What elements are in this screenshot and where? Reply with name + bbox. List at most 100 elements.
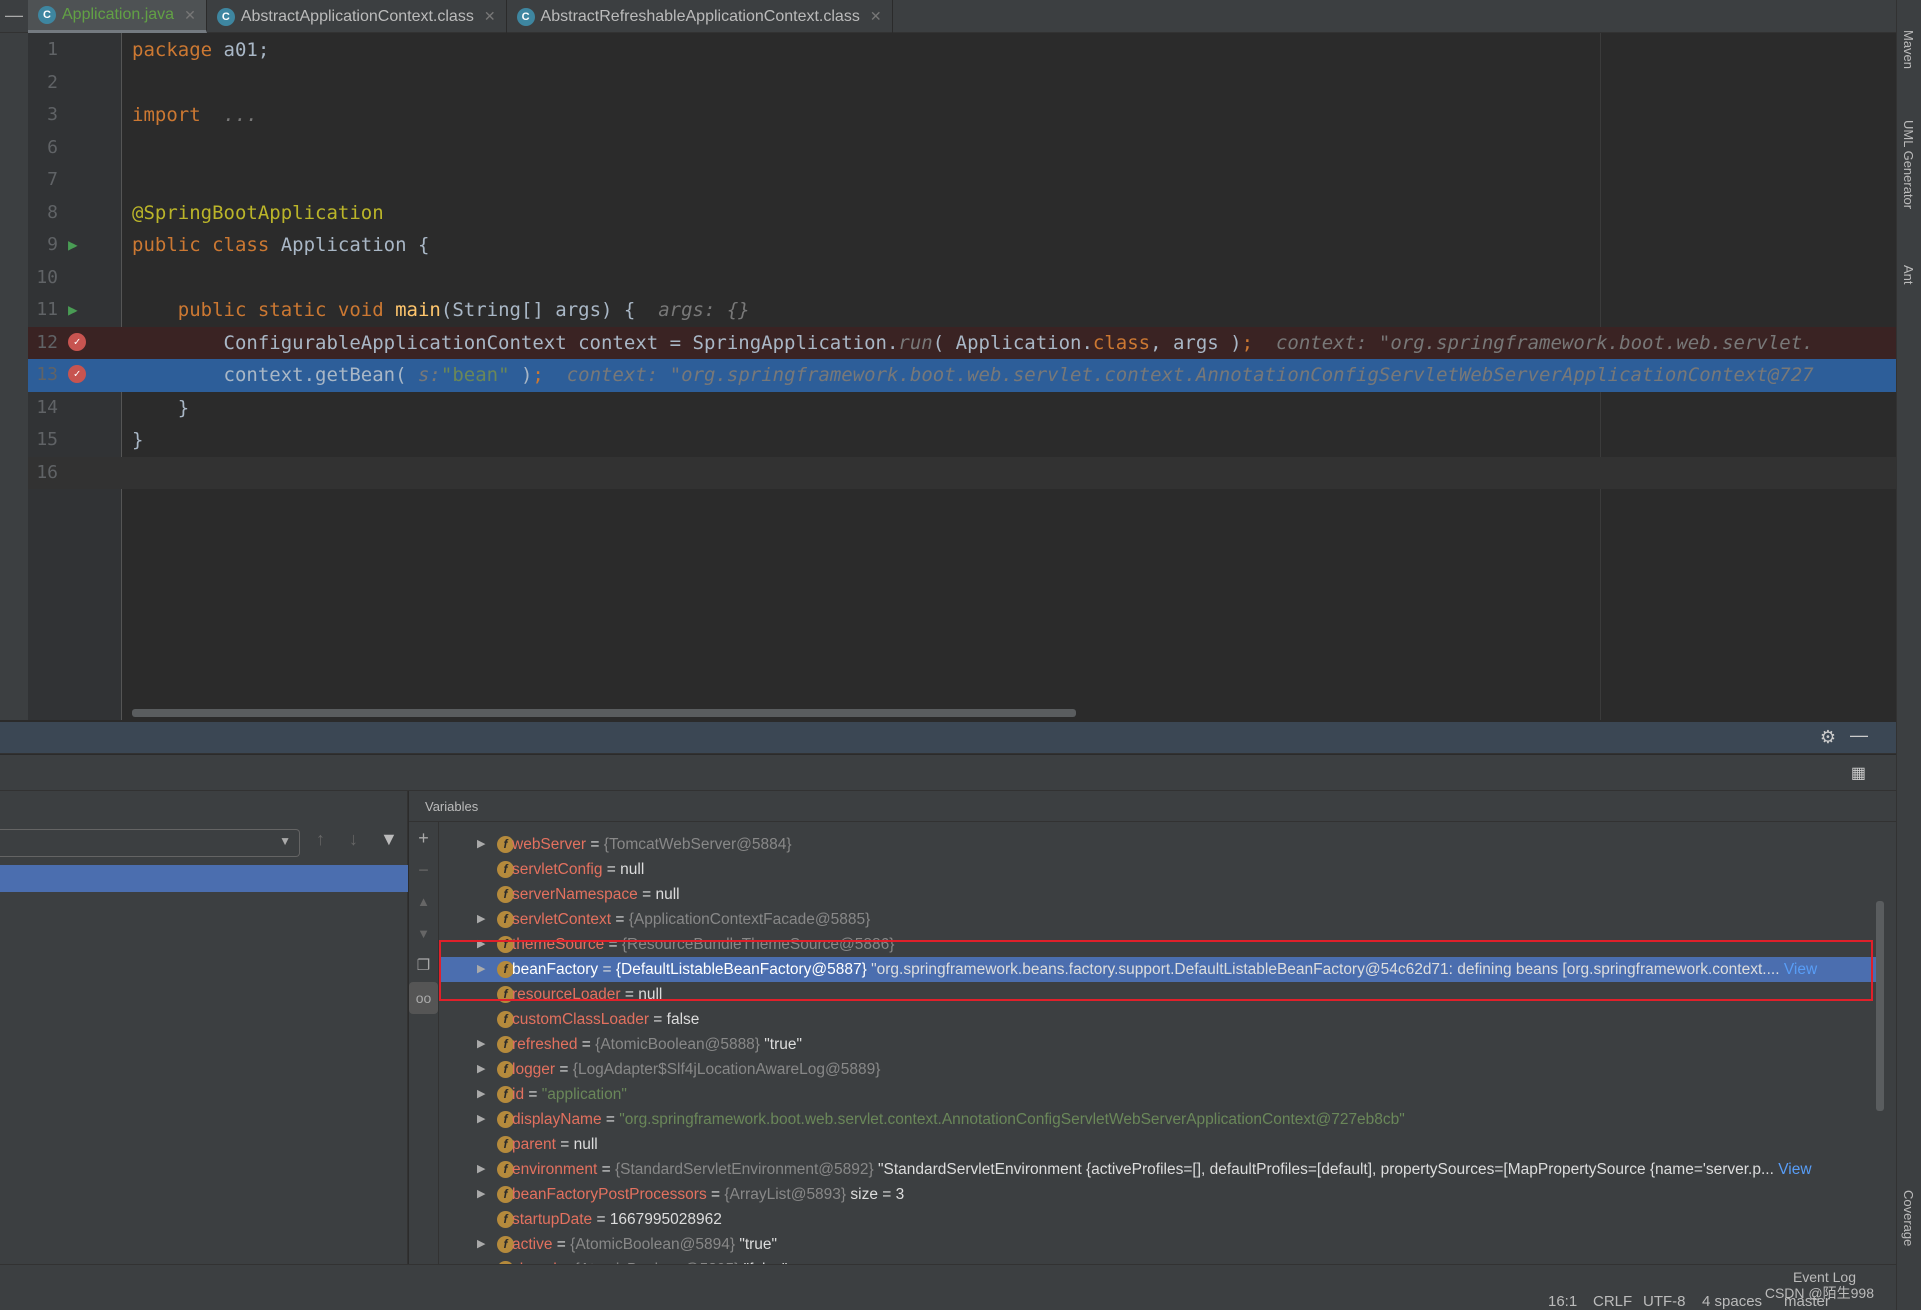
- var-value: null: [573, 1136, 598, 1153]
- code-line[interactable]: 14 }: [28, 392, 1896, 425]
- var-ref: {ResourceBundleThemeSource@5886}: [621, 936, 895, 953]
- gear-icon[interactable]: ⚙: [1820, 727, 1836, 748]
- var-value: null: [620, 861, 645, 878]
- view-link[interactable]: View: [1778, 1161, 1811, 1178]
- expand-arrow-icon[interactable]: ▶: [477, 1057, 485, 1082]
- expand-arrow-icon[interactable]: ▶: [477, 1107, 485, 1132]
- close-icon[interactable]: ✕: [184, 7, 196, 24]
- variable-row[interactable]: f startupDate = 1667995028962: [439, 1207, 1879, 1232]
- code-line[interactable]: 9 public class Application {▶: [28, 229, 1896, 262]
- move-up-icon[interactable]: ▲: [409, 886, 438, 918]
- line-separator[interactable]: CRLF: [1593, 1293, 1632, 1310]
- variable-row[interactable]: ▶ f logger = {LogAdapter$Slf4jLocationAwar…: [439, 1057, 1879, 1082]
- maven-tool[interactable]: Maven: [1901, 30, 1916, 69]
- expand-arrow-icon[interactable]: ▶: [477, 1082, 485, 1107]
- expand-arrow-icon[interactable]: ▶: [477, 1032, 485, 1057]
- view-link[interactable]: View: [1784, 961, 1817, 978]
- debug-toolbar: ▦: [0, 755, 1896, 791]
- variable-row[interactable]: ▶ f servletContext = {ApplicationContextFa…: [439, 907, 1879, 932]
- token: main: [395, 299, 441, 321]
- expand-arrow-icon[interactable]: ▶: [477, 1232, 485, 1257]
- code-line[interactable]: 15}: [28, 424, 1896, 457]
- copy-icon[interactable]: ❐: [409, 950, 438, 982]
- encoding[interactable]: UTF-8: [1643, 1293, 1686, 1310]
- variable-row[interactable]: f serverNamespace = null: [439, 882, 1879, 907]
- variable-row[interactable]: f customClassLoader = false: [439, 1007, 1879, 1032]
- selected-frame[interactable]: [0, 865, 408, 892]
- close-icon[interactable]: ✕: [484, 8, 496, 25]
- down-arrow-icon[interactable]: ↓: [349, 829, 358, 850]
- tab-2[interactable]: C AbstractRefreshableApplicationContext.c…: [507, 0, 893, 33]
- frames-panel: ▼ ↑ ↓ ▼: [0, 791, 408, 1264]
- line-number: 6: [47, 136, 58, 158]
- variable-row[interactable]: ▶ f environment = {StandardServletEnvironm…: [439, 1157, 1879, 1182]
- tab-1[interactable]: C AbstractApplicationContext.class ✕: [207, 0, 507, 33]
- code-line[interactable]: 6: [28, 132, 1896, 165]
- tab-0[interactable]: C Application.java ✕: [28, 0, 207, 33]
- equals: =: [555, 1136, 574, 1153]
- horizontal-scrollbar[interactable]: [132, 709, 1076, 717]
- glasses-icon[interactable]: oo: [409, 982, 438, 1014]
- variable-row[interactable]: f parent = null: [439, 1132, 1879, 1157]
- expand-arrow-icon[interactable]: ▶: [477, 832, 485, 857]
- code-line[interactable]: 1 package a01;: [28, 34, 1896, 67]
- equals: =: [552, 1236, 571, 1253]
- variable-row[interactable]: ▶ f displayName = "org.springframework.boo…: [439, 1107, 1879, 1132]
- filter-icon[interactable]: ▼: [380, 829, 398, 850]
- code-line[interactable]: 7: [28, 164, 1896, 197]
- equals: =: [601, 1111, 620, 1128]
- variable-row[interactable]: ▶ f beanFactoryPostProcessors = {ArrayList…: [439, 1182, 1879, 1207]
- code-line[interactable]: 13 context.getBean( s:"bean" ); context:…: [28, 359, 1896, 392]
- breakpoint-icon[interactable]: ✓: [68, 365, 86, 383]
- uml-generator-tool[interactable]: UML Generator: [1901, 120, 1916, 209]
- variable-row[interactable]: ▶ f active = {AtomicBoolean@5894} "true": [439, 1232, 1879, 1257]
- code-line[interactable]: 12 ConfigurableApplicationContext contex…: [28, 326, 1896, 359]
- line-number: 16: [36, 461, 58, 483]
- variable-row[interactable]: ▶ f themeSource = {ResourceBundleThemeSour…: [439, 932, 1879, 957]
- ant-tool[interactable]: Ant: [1901, 265, 1916, 285]
- variable-row[interactable]: ▶ f webServer = {TomcatWebServer@5884}: [439, 832, 1879, 857]
- code-line[interactable]: 8 @SpringBootApplication: [28, 197, 1896, 230]
- code-line[interactable]: 3 import ...: [28, 99, 1896, 132]
- expand-arrow-icon[interactable]: ▶: [477, 907, 485, 932]
- code-line[interactable]: 16: [28, 456, 1896, 489]
- code-line[interactable]: 2: [28, 67, 1896, 100]
- expand-arrow-icon[interactable]: ▶: [477, 1182, 485, 1207]
- caret-position[interactable]: 16:1: [1548, 1293, 1577, 1310]
- expand-arrow-icon[interactable]: ▶: [477, 1157, 485, 1182]
- code-line[interactable]: 10: [28, 262, 1896, 295]
- vertical-scrollbar[interactable]: [1876, 901, 1884, 1111]
- var-string: "application": [541, 1086, 627, 1103]
- add-icon[interactable]: +: [409, 822, 438, 854]
- token: import: [132, 104, 213, 126]
- expand-arrow-icon[interactable]: ▶: [477, 957, 485, 982]
- layout-icon[interactable]: ▦: [1851, 763, 1866, 783]
- move-down-icon[interactable]: ▼: [409, 918, 438, 950]
- token: }: [132, 429, 144, 451]
- breakpoint-icon[interactable]: ✓: [68, 332, 86, 351]
- var-value: "true": [739, 1236, 778, 1253]
- hide-icon[interactable]: —: [1850, 725, 1868, 746]
- coverage-tool[interactable]: Coverage: [1901, 1190, 1916, 1246]
- run-icon[interactable]: ▶: [68, 294, 78, 327]
- close-icon[interactable]: ✕: [870, 8, 882, 25]
- tab-label: AbstractApplicationContext.class: [240, 7, 474, 25]
- up-arrow-icon[interactable]: ↑: [316, 829, 325, 850]
- variable-row[interactable]: ▶ f beanFactory = {DefaultListableBeanFact…: [439, 957, 1879, 982]
- var-name: displayName: [512, 1111, 602, 1128]
- code-line[interactable]: 11 public static void main(String[] args…: [28, 294, 1896, 327]
- run-icon[interactable]: ▶: [68, 229, 78, 262]
- indent[interactable]: 4 spaces: [1702, 1293, 1762, 1310]
- remove-icon[interactable]: −: [409, 854, 438, 886]
- variable-row[interactable]: f servletConfig = null: [439, 857, 1879, 882]
- thread-selector[interactable]: ▼: [0, 829, 300, 857]
- expand-arrow-icon[interactable]: ▶: [477, 932, 485, 957]
- equals: =: [602, 861, 621, 878]
- git-branch[interactable]: master: [1784, 1293, 1830, 1310]
- variable-row[interactable]: ▶ f id = "application": [439, 1082, 1879, 1107]
- variable-row[interactable]: f resourceLoader = null: [439, 982, 1879, 1007]
- variable-row[interactable]: ▶ f refreshed = {AtomicBoolean@5888} "true…: [439, 1032, 1879, 1057]
- minimize-icon[interactable]: —: [0, 0, 28, 33]
- var-name: servletContext: [512, 911, 612, 928]
- code-editor[interactable]: 1 package a01; 2 3 import ... 6 7 8 @SpringBoot…: [28, 33, 1896, 720]
